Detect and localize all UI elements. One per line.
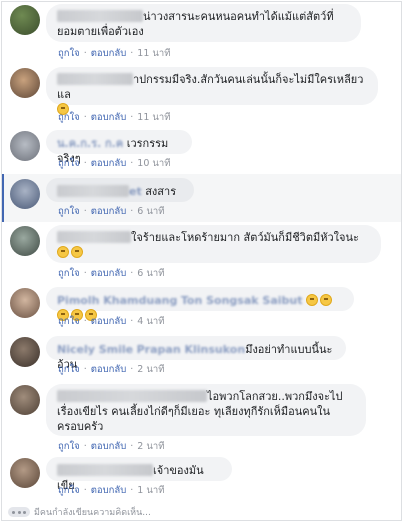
comment-actions: ถูกใจ · ตอบกลับ · 11 นาที [58, 48, 171, 59]
reply-link[interactable]: ตอบกลับ [91, 158, 127, 169]
like-link[interactable]: ถูกใจ [58, 316, 80, 327]
comment-actions: ถูกใจ · ตอบกลับ · 4 นาที [58, 316, 165, 327]
comment-actions: ถูกใจ · ตอบกลับ · 2 นาที [58, 441, 165, 452]
comment-item: าปกรรมมีจริง.สักวันคนเล่นนั้นก็จะไม่มีใค… [2, 64, 401, 126]
avatar[interactable] [10, 131, 40, 161]
comment-bubble: Pimolh Khamduang Ton Songsak Saibut [46, 287, 354, 321]
avatar[interactable] [10, 179, 40, 209]
blurred-author-name[interactable] [57, 464, 153, 476]
comments-panel: น่าวงสารนะคนหนอคนทำได้แม้แต่สัตว์ที่ ยอม… [1, 1, 402, 521]
blurred-author-name[interactable] [57, 185, 129, 197]
comment-time[interactable]: 2 นาที [137, 441, 164, 452]
comment-bubble: et สงสาร [46, 178, 194, 202]
reply-link[interactable]: ตอบกลับ [91, 441, 127, 452]
typing-dots-icon [8, 507, 30, 517]
comment-time[interactable]: 2 นาที [137, 364, 164, 375]
avatar[interactable] [10, 5, 40, 35]
comment-bubble: น.ค.ก.ร. ก.ค เวรกรรมจริงๆ [46, 130, 192, 165]
comment-actions: ถูกใจ · ตอบกลับ · 2 นาที [58, 364, 165, 375]
author-name[interactable]: Nicely Smile [57, 343, 133, 356]
comment-actions: ถูกใจ · ตอบกลับ · 11 นาที [58, 112, 171, 123]
like-link[interactable]: ถูกใจ [58, 206, 80, 217]
comment-bubble: Nicely Smile Prapan Klinsukonมึงอย่าทำแบ… [46, 336, 346, 371]
comment-actions: ถูกใจ · ตอบกลับ · 10 นาที [58, 158, 171, 169]
comment-text: สงสาร [145, 185, 177, 198]
like-link[interactable]: ถูกใจ [58, 158, 80, 169]
comment-item-new: et สงสาร ถูกใจ · ตอบกลับ · 6 นาที [2, 174, 401, 222]
reply-link[interactable]: ตอบกลับ [91, 268, 127, 279]
avatar[interactable] [10, 458, 40, 488]
blurred-author-name[interactable] [57, 10, 143, 22]
reply-link[interactable]: ตอบกลับ [91, 364, 127, 375]
avatar[interactable] [10, 385, 40, 415]
comment-time[interactable]: 4 นาที [137, 316, 164, 327]
like-link[interactable]: ถูกใจ [58, 485, 80, 496]
sad-emoji-icon [57, 246, 69, 258]
comment-text: ใจร้ายและโหดร้ายมาก สัตว์มันก็มีชีวิตมีห… [131, 231, 359, 244]
comment-bubble: น่าวงสารนะคนหนอคนทำได้แม้แต่สัตว์ที่ ยอม… [46, 4, 361, 42]
reply-link[interactable]: ตอบกลับ [91, 485, 127, 496]
comment-time[interactable]: 11 นาที [137, 112, 170, 123]
comment-item: ไอพวกโลกสวย..พวกมึงจะไป เรื่องเขียไร คนเ… [2, 380, 401, 454]
comment-time[interactable]: 6 นาที [137, 206, 164, 217]
reply-link[interactable]: ตอบกลับ [91, 316, 127, 327]
tagged-user[interactable]: Prapan Klinsukon [137, 343, 246, 356]
author-name-suffix[interactable]: et [129, 185, 142, 198]
comment-bubble: าปกรรมมีจริง.สักวันคนเล่นนั้นก็จะไม่มีใค… [46, 67, 378, 115]
sad-emoji-icon [319, 294, 332, 306]
comment-item: ใจร้ายและโหดร้ายมาก สัตว์มันก็มีชีวิตมีห… [2, 222, 401, 284]
reply-link[interactable]: ตอบกลับ [91, 206, 127, 217]
sad-emoji-icon [305, 294, 318, 306]
comment-actions: ถูกใจ · ตอบกลับ · 1 นาที [58, 485, 165, 496]
author-name[interactable]: Pimolh Khamduang [57, 294, 177, 307]
comment-bubble: ใจร้ายและโหดร้ายมาก สัตว์มันก็มีชีวิตมีห… [46, 225, 381, 263]
comment-time[interactable]: 11 นาที [137, 48, 170, 59]
reply-link[interactable]: ตอบกลับ [91, 112, 127, 123]
like-link[interactable]: ถูกใจ [58, 268, 80, 279]
comment-item: Nicely Smile Prapan Klinsukonมึงอย่าทำแบ… [2, 332, 401, 380]
tagged-user[interactable]: Ton Songsak Saibut [181, 294, 303, 307]
comment-actions: ถูกใจ · ตอบกลับ · 6 นาที [58, 268, 165, 279]
comment-bubble: เจ้าของมันเขีย [46, 457, 232, 492]
typing-text: มีคนกำลังเขียนความคิดเห็น... [34, 508, 151, 518]
avatar[interactable] [10, 226, 40, 256]
blurred-author-name[interactable] [57, 73, 133, 85]
comment-item: Pimolh Khamduang Ton Songsak Saibut ถูกใ… [2, 284, 401, 332]
like-link[interactable]: ถูกใจ [58, 48, 80, 59]
comment-time[interactable]: 1 นาที [137, 485, 164, 496]
avatar[interactable] [10, 288, 40, 318]
reply-link[interactable]: ตอบกลับ [91, 48, 127, 59]
comment-item: น่าวงสารนะคนหนอคนทำได้แม้แต่สัตว์ที่ ยอม… [2, 2, 401, 64]
comment-time[interactable]: 10 นาที [137, 158, 170, 169]
like-link[interactable]: ถูกใจ [58, 112, 80, 123]
comment-actions: ถูกใจ · ตอบกลับ · 6 นาที [58, 206, 165, 217]
comment-bubble: ไอพวกโลกสวย..พวกมึงจะไป เรื่องเขียไร คนเ… [46, 384, 366, 436]
like-link[interactable]: ถูกใจ [58, 441, 80, 452]
blurred-author-name[interactable] [57, 231, 131, 243]
typing-indicator: มีคนกำลังเขียนความคิดเห็น... [8, 505, 151, 519]
avatar[interactable] [10, 337, 40, 367]
avatar[interactable] [10, 68, 40, 98]
comment-item: น.ค.ก.ร. ก.ค เวรกรรมจริงๆ ถูกใจ · ตอบกลับ ·… [2, 126, 401, 174]
blurred-author-name[interactable] [57, 390, 207, 402]
sad-emoji-icon [71, 246, 83, 258]
comment-item: เจ้าของมันเขีย ถูกใจ · ตอบกลับ · 1 นาที [2, 454, 401, 502]
author-name[interactable]: น.ค.ก.ร. ก.ค [57, 137, 123, 150]
comment-time[interactable]: 6 นาที [137, 268, 164, 279]
like-link[interactable]: ถูกใจ [58, 364, 80, 375]
